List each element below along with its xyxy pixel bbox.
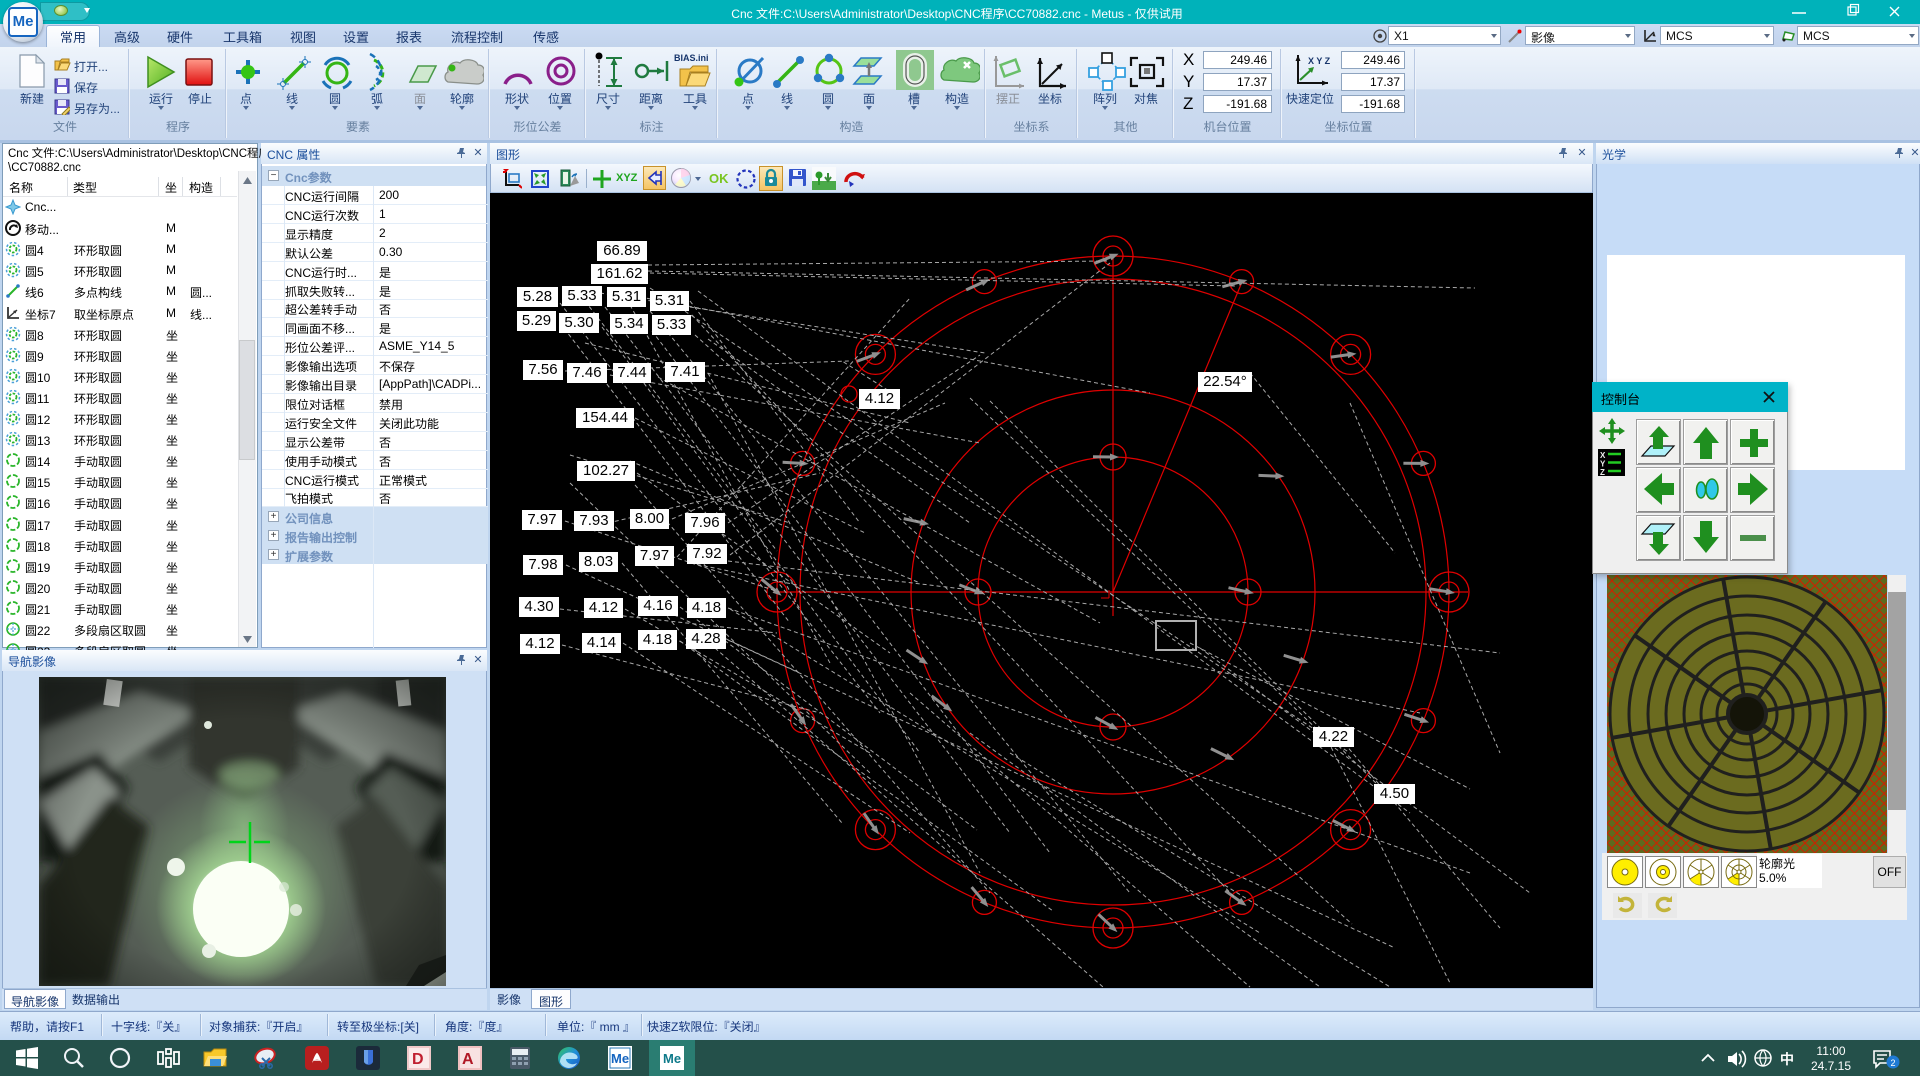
svg-text:Z: Z	[1600, 468, 1605, 476]
svg-text:D: D	[412, 1051, 424, 1068]
svg-text:Me: Me	[611, 1051, 629, 1066]
svg-text:Me: Me	[663, 1051, 681, 1066]
svg-text:A: A	[462, 1051, 474, 1068]
svg-text:X Y Z: X Y Z	[1308, 56, 1331, 66]
svg-text:2: 2	[1891, 1058, 1896, 1068]
